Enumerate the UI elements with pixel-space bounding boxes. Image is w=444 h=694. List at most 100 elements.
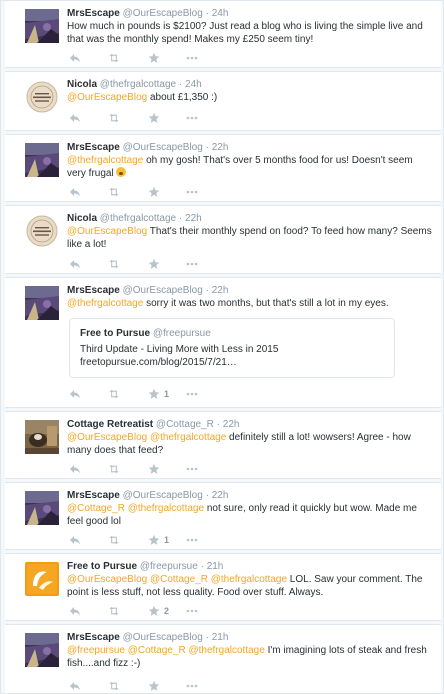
card-handle: @freepursue bbox=[152, 328, 211, 339]
reply-icon[interactable] bbox=[69, 51, 81, 65]
avatar[interactable] bbox=[25, 80, 59, 114]
timestamp[interactable]: 24h bbox=[212, 8, 229, 19]
handle[interactable]: @OurEscapeBlog bbox=[123, 142, 203, 153]
retweet-icon[interactable] bbox=[108, 604, 120, 618]
tweet[interactable]: MrsEscape @OurEscapeBlog · 22h @thefrgal… bbox=[5, 134, 441, 202]
handle[interactable]: @OurEscapeBlog bbox=[123, 8, 203, 19]
avatar[interactable] bbox=[25, 9, 59, 43]
handle[interactable]: @Cottage_R bbox=[156, 419, 214, 430]
handle[interactable]: @thefrgalcottage bbox=[100, 79, 176, 90]
mention-link[interactable]: @OurEscapeBlog bbox=[67, 226, 147, 237]
more-icon[interactable] bbox=[186, 185, 198, 199]
tweet[interactable]: Free to Pursue @freepursue · 21h @OurEsc… bbox=[5, 553, 441, 621]
handle[interactable]: @OurEscapeBlog bbox=[123, 490, 203, 501]
mention-link[interactable]: @OurEscapeBlog @thefrgalcottage bbox=[67, 432, 226, 443]
timestamp[interactable]: 22h bbox=[223, 419, 240, 430]
more-icon[interactable] bbox=[186, 51, 198, 65]
timestamp[interactable]: 21h bbox=[207, 561, 224, 572]
mention-link[interactable]: @OurEscapeBlog @Cottage_R @thefrgalcotta… bbox=[67, 574, 287, 585]
reply-icon[interactable] bbox=[69, 185, 81, 199]
retweet-icon[interactable] bbox=[108, 679, 120, 693]
timestamp[interactable]: 22h bbox=[212, 142, 229, 153]
mention-link[interactable]: @thefrgalcottage bbox=[67, 155, 143, 166]
handle[interactable]: @thefrgalcottage bbox=[100, 213, 176, 224]
tweet[interactable]: MrsEscape @OurEscapeBlog · 22h @thefrgal… bbox=[5, 277, 441, 408]
favorite-icon[interactable]: 1 bbox=[148, 533, 169, 547]
reply-icon[interactable] bbox=[69, 387, 81, 401]
timestamp[interactable]: 22h bbox=[212, 285, 229, 296]
favorite-icon[interactable] bbox=[148, 185, 160, 199]
reply-icon[interactable] bbox=[69, 604, 81, 618]
reply-icon[interactable] bbox=[69, 257, 81, 271]
favorite-icon[interactable] bbox=[148, 111, 160, 125]
separator: · bbox=[216, 419, 221, 430]
timestamp[interactable]: 21h bbox=[212, 632, 229, 643]
favorite-icon[interactable] bbox=[148, 679, 160, 693]
more-icon[interactable] bbox=[186, 111, 198, 125]
reply-icon[interactable] bbox=[69, 462, 81, 476]
more-icon[interactable] bbox=[186, 679, 198, 693]
tweet[interactable]: MrsEscape @OurEscapeBlog · 24h How much … bbox=[5, 1, 441, 68]
more-icon[interactable] bbox=[186, 462, 198, 476]
display-name[interactable]: MrsEscape bbox=[67, 632, 120, 643]
handle[interactable]: @freepursue bbox=[140, 561, 198, 572]
more-icon[interactable] bbox=[186, 387, 198, 401]
display-name[interactable]: MrsEscape bbox=[67, 8, 120, 19]
tweet-actions bbox=[69, 185, 289, 199]
mention-link[interactable]: @Cottage_R @thefrgalcottage bbox=[67, 503, 204, 514]
display-name[interactable]: Free to Pursue bbox=[67, 561, 137, 572]
tweet-text: @OurEscapeBlog That's their monthly spen… bbox=[67, 225, 433, 251]
tweet-actions bbox=[69, 462, 289, 476]
retweet-icon[interactable] bbox=[108, 257, 120, 271]
display-name[interactable]: MrsEscape bbox=[67, 285, 120, 296]
separator: · bbox=[205, 490, 209, 501]
retweet-icon[interactable] bbox=[108, 111, 120, 125]
avatar[interactable] bbox=[25, 214, 59, 248]
tweet[interactable]: MrsEscape @OurEscapeBlog · 22h @Cottage_… bbox=[5, 482, 441, 550]
avatar[interactable] bbox=[25, 633, 59, 667]
display-name[interactable]: Nicola bbox=[67, 213, 97, 224]
mention-link[interactable]: @freepursue @Cottage_R @thefrgalcottage bbox=[67, 645, 265, 656]
avatar[interactable] bbox=[25, 143, 59, 177]
retweet-icon[interactable] bbox=[108, 533, 120, 547]
tweet[interactable]: Nicola @thefrgalcottage · 24h @OurEscape… bbox=[5, 71, 441, 131]
timestamp[interactable]: 22h bbox=[185, 213, 202, 224]
retweet-icon[interactable] bbox=[108, 462, 120, 476]
tweet-header: MrsEscape @OurEscapeBlog · 22h bbox=[67, 489, 228, 502]
quoted-tweet-card[interactable]: Free to Pursue @freepursue Third Update … bbox=[69, 318, 395, 378]
separator: · bbox=[200, 561, 204, 572]
reply-icon[interactable] bbox=[69, 111, 81, 125]
avatar[interactable] bbox=[25, 491, 59, 525]
retweet-icon[interactable] bbox=[108, 51, 120, 65]
card-link[interactable]: freetopursue.com/blog/2015/7/21… bbox=[80, 357, 237, 368]
display-name[interactable]: Cottage Retreatist bbox=[67, 419, 153, 430]
mention-link[interactable]: @thefrgalcottage bbox=[67, 298, 143, 309]
display-name[interactable]: MrsEscape bbox=[67, 142, 120, 153]
handle[interactable]: @OurEscapeBlog bbox=[123, 632, 203, 643]
favorite-icon[interactable] bbox=[148, 51, 160, 65]
reply-icon[interactable] bbox=[69, 679, 81, 693]
display-name[interactable]: MrsEscape bbox=[67, 490, 120, 501]
favorite-icon[interactable] bbox=[148, 462, 160, 476]
favorite-icon[interactable]: 1 bbox=[148, 387, 169, 401]
display-name[interactable]: Nicola bbox=[67, 79, 97, 90]
separator: · bbox=[205, 285, 209, 296]
retweet-icon[interactable] bbox=[108, 387, 120, 401]
more-icon[interactable] bbox=[186, 604, 198, 618]
retweet-icon[interactable] bbox=[108, 185, 120, 199]
avatar[interactable] bbox=[25, 286, 59, 320]
more-icon[interactable] bbox=[186, 257, 198, 271]
favorite-icon[interactable] bbox=[148, 257, 160, 271]
timestamp[interactable]: 24h bbox=[185, 79, 202, 90]
more-icon[interactable] bbox=[186, 533, 198, 547]
avatar[interactable] bbox=[25, 562, 59, 596]
tweet[interactable]: Cottage Retreatist @Cottage_R · 22h @Our… bbox=[5, 411, 441, 479]
avatar[interactable] bbox=[25, 420, 59, 454]
favorite-icon[interactable]: 2 bbox=[148, 604, 169, 618]
handle[interactable]: @OurEscapeBlog bbox=[123, 285, 203, 296]
timestamp[interactable]: 22h bbox=[212, 490, 229, 501]
reply-icon[interactable] bbox=[69, 533, 81, 547]
tweet[interactable]: MrsEscape @OurEscapeBlog · 21h @freepurs… bbox=[5, 624, 441, 693]
mention-link[interactable]: @OurEscapeBlog bbox=[67, 92, 147, 103]
tweet[interactable]: Nicola @thefrgalcottage · 22h @OurEscape… bbox=[5, 205, 441, 274]
